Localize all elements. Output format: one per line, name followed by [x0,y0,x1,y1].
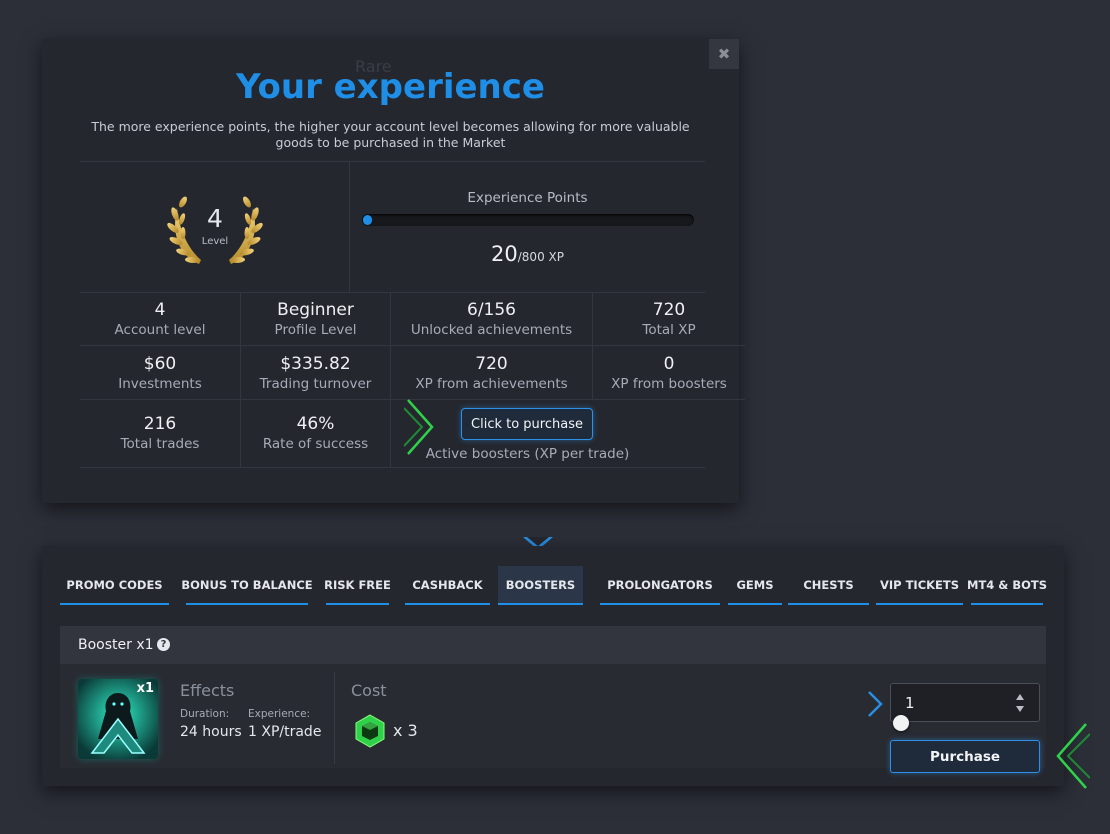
stat-label: XP from boosters [611,376,727,392]
stat-cell: $335.82 Trading turnover [241,346,391,400]
tab-boosters[interactable]: BOOSTERS [498,566,583,605]
experience-points: Experience Points 20/800 XP [350,162,705,292]
experience-label: Experience: [248,708,311,720]
green-chevron-left-icon [1056,723,1090,789]
stat-label: Trading turnover [259,376,372,392]
experience-modal: Rare ✖ Your experience The more experien… [42,39,745,503]
stat-cell: 720 XP from achievements [391,346,593,400]
stat-value: 720 [475,354,508,374]
level-label: Level [201,236,229,247]
stat-cell: 0 XP from boosters [593,346,745,400]
modal-title: Your experience [236,67,545,107]
stat-value: 216 [143,414,177,434]
stat-label: Investments [118,376,202,392]
booster-image: x1 [78,679,158,759]
tab-risk-free[interactable]: RISK FREE [324,566,391,605]
stat-value: $60 [143,354,177,374]
stat-label: Profile Level [274,322,357,338]
tab-gems[interactable]: GEMS [728,566,782,605]
level-xp-section: 4 Level Experience Points 20/800 XP [80,161,705,293]
stat-value: 720 [652,300,686,320]
level-number: 4 [207,204,223,233]
tab-mt4-bots[interactable]: MT4 & BOTS [967,566,1047,605]
stats-grid: 4 Account level Beginner Profile Level 6/156… [80,292,745,468]
help-icon[interactable]: ? [157,638,170,651]
booster-multiplier: x1 [136,681,154,696]
xp-progress-fill [363,215,372,225]
xp-label: Experience Points [467,190,588,206]
tab-chests[interactable]: CHESTS [788,566,869,605]
xp-current: 20 [491,242,518,266]
quantity-stepper[interactable]: 1 [890,683,1040,722]
cost-value: x 3 [393,721,418,740]
stat-label: Total trades [120,436,200,452]
effects-heading: Effects [180,681,235,700]
divider [334,672,335,764]
duration-value: 24 hours [180,724,242,740]
gem-icon [355,714,385,748]
click-to-purchase-button[interactable]: Click to purchase [461,408,593,440]
stat-label: Account level [114,322,206,338]
stat-value: 4 [154,300,166,320]
tab-cashback[interactable]: CASHBACK [405,566,490,605]
quantity-slider-handle[interactable] [893,715,909,731]
experience-value: 1 XP/trade [248,724,322,740]
stat-cell: 6/156 Unlocked achievements [391,292,593,346]
xp-max: /800 XP [517,250,564,264]
duration-label: Duration: [180,708,230,720]
stat-label: Unlocked achievements [410,322,573,338]
booster-header: Booster x1 ? [60,626,1046,664]
booster-title: Booster x1 [78,637,154,653]
stat-label: Total XP [642,322,696,338]
purchase-button[interactable]: Purchase [890,740,1040,773]
tab-vip-tickets[interactable]: VIP TICKETS [876,566,963,605]
tab-prolongators[interactable]: PROLONGATORS [600,566,720,605]
stat-cell: $60 Investments [80,346,241,400]
stat-label: XP from achievements [415,376,568,392]
stat-cell: Beginner Profile Level [241,292,391,346]
stat-value: 0 [663,354,675,374]
stat-value: 46% [296,414,335,434]
xp-value: 20/800 XP [350,242,705,266]
spinner-arrows-icon[interactable] [1015,692,1025,714]
stat-cell: 4 Account level [80,292,241,346]
close-button[interactable]: ✖ [709,39,739,69]
tab-promo-codes[interactable]: PROMO CODES [60,566,169,605]
stat-cell: 216 Total trades [80,400,241,468]
modal-description: The more experience points, the higher y… [91,119,690,150]
stat-value: Beginner [277,300,354,320]
cost-heading: Cost [351,681,387,700]
stat-value: $335.82 [280,354,351,374]
tab-bonus-to-balance[interactable]: BONUS TO BALANCE [181,566,313,605]
level-badge: 4 Level [80,162,350,292]
stat-value: 6/156 [467,300,516,320]
xp-progress-bar [362,214,694,226]
blue-chevron-icon [868,691,883,717]
quantity-value: 1 [905,694,915,712]
active-boosters-label: Active boosters (XP per trade) [425,446,630,462]
stat-cell: 720 Total XP [593,292,745,346]
